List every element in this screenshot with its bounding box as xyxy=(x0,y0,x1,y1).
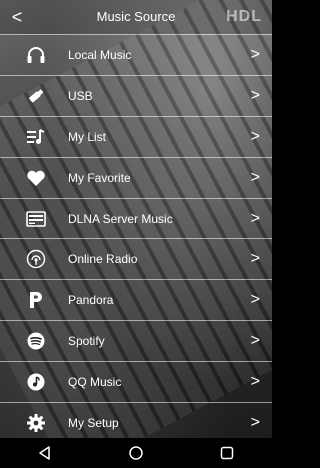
system-navbar xyxy=(0,438,272,468)
back-icon[interactable] xyxy=(30,438,60,468)
list-item-my-favorite[interactable]: My Favorite > xyxy=(0,158,272,199)
music-source-screen: Music Source < HDL Local Music > USB > M… xyxy=(0,0,272,468)
spotify-icon xyxy=(18,331,54,351)
list-item-label: Pandora xyxy=(68,293,114,308)
list-item-label: DLNA Server Music xyxy=(68,211,173,226)
home-icon[interactable] xyxy=(121,438,151,468)
chevron-right-icon: > xyxy=(250,373,260,391)
headphones-icon xyxy=(18,46,54,64)
header-bar: Music Source < HDL xyxy=(0,0,272,34)
radio-icon xyxy=(18,249,54,269)
gear-icon xyxy=(18,413,54,433)
chevron-right-icon: > xyxy=(250,86,260,104)
qq-music-icon xyxy=(18,372,54,392)
playlist-icon xyxy=(18,128,54,146)
recents-icon[interactable] xyxy=(212,438,242,468)
list-item-usb[interactable]: USB > xyxy=(0,76,272,117)
chevron-right-icon: > xyxy=(250,168,260,186)
list-item-local-music[interactable]: Local Music > xyxy=(0,34,272,76)
list-item-dlna-server-music[interactable]: DLNA Server Music > xyxy=(0,199,272,240)
pandora-icon xyxy=(18,290,54,310)
server-icon xyxy=(18,210,54,228)
list-item-label: QQ Music xyxy=(68,375,122,390)
chevron-right-icon: > xyxy=(250,291,260,309)
heart-icon xyxy=(18,169,54,187)
chevron-right-icon: > xyxy=(250,45,260,63)
source-list: Local Music > USB > My List > My Favorit… xyxy=(0,34,272,444)
list-item-label: My Favorite xyxy=(68,170,131,185)
list-item-label: Spotify xyxy=(68,334,105,349)
chevron-right-icon: > xyxy=(250,127,260,145)
list-item-spotify[interactable]: Spotify > xyxy=(0,321,272,363)
brand-logo: HDL xyxy=(226,8,262,25)
list-item-label: My List xyxy=(68,129,107,144)
chevron-right-icon: > xyxy=(250,250,260,268)
list-item-my-list[interactable]: My List > xyxy=(0,117,272,158)
list-item-online-radio[interactable]: Online Radio > xyxy=(0,239,272,281)
list-item-label: My Setup xyxy=(68,415,119,430)
usb-icon xyxy=(18,87,54,105)
list-item-pandora[interactable]: Pandora > xyxy=(0,280,272,322)
chevron-right-icon: > xyxy=(250,413,260,431)
list-item-qq-music[interactable]: QQ Music > xyxy=(0,362,272,404)
list-item-label: USB xyxy=(68,88,93,103)
chevron-right-icon: > xyxy=(250,209,260,227)
chevron-right-icon: > xyxy=(250,332,260,350)
list-item-label: Local Music xyxy=(68,47,132,62)
list-item-label: Online Radio xyxy=(68,252,138,267)
